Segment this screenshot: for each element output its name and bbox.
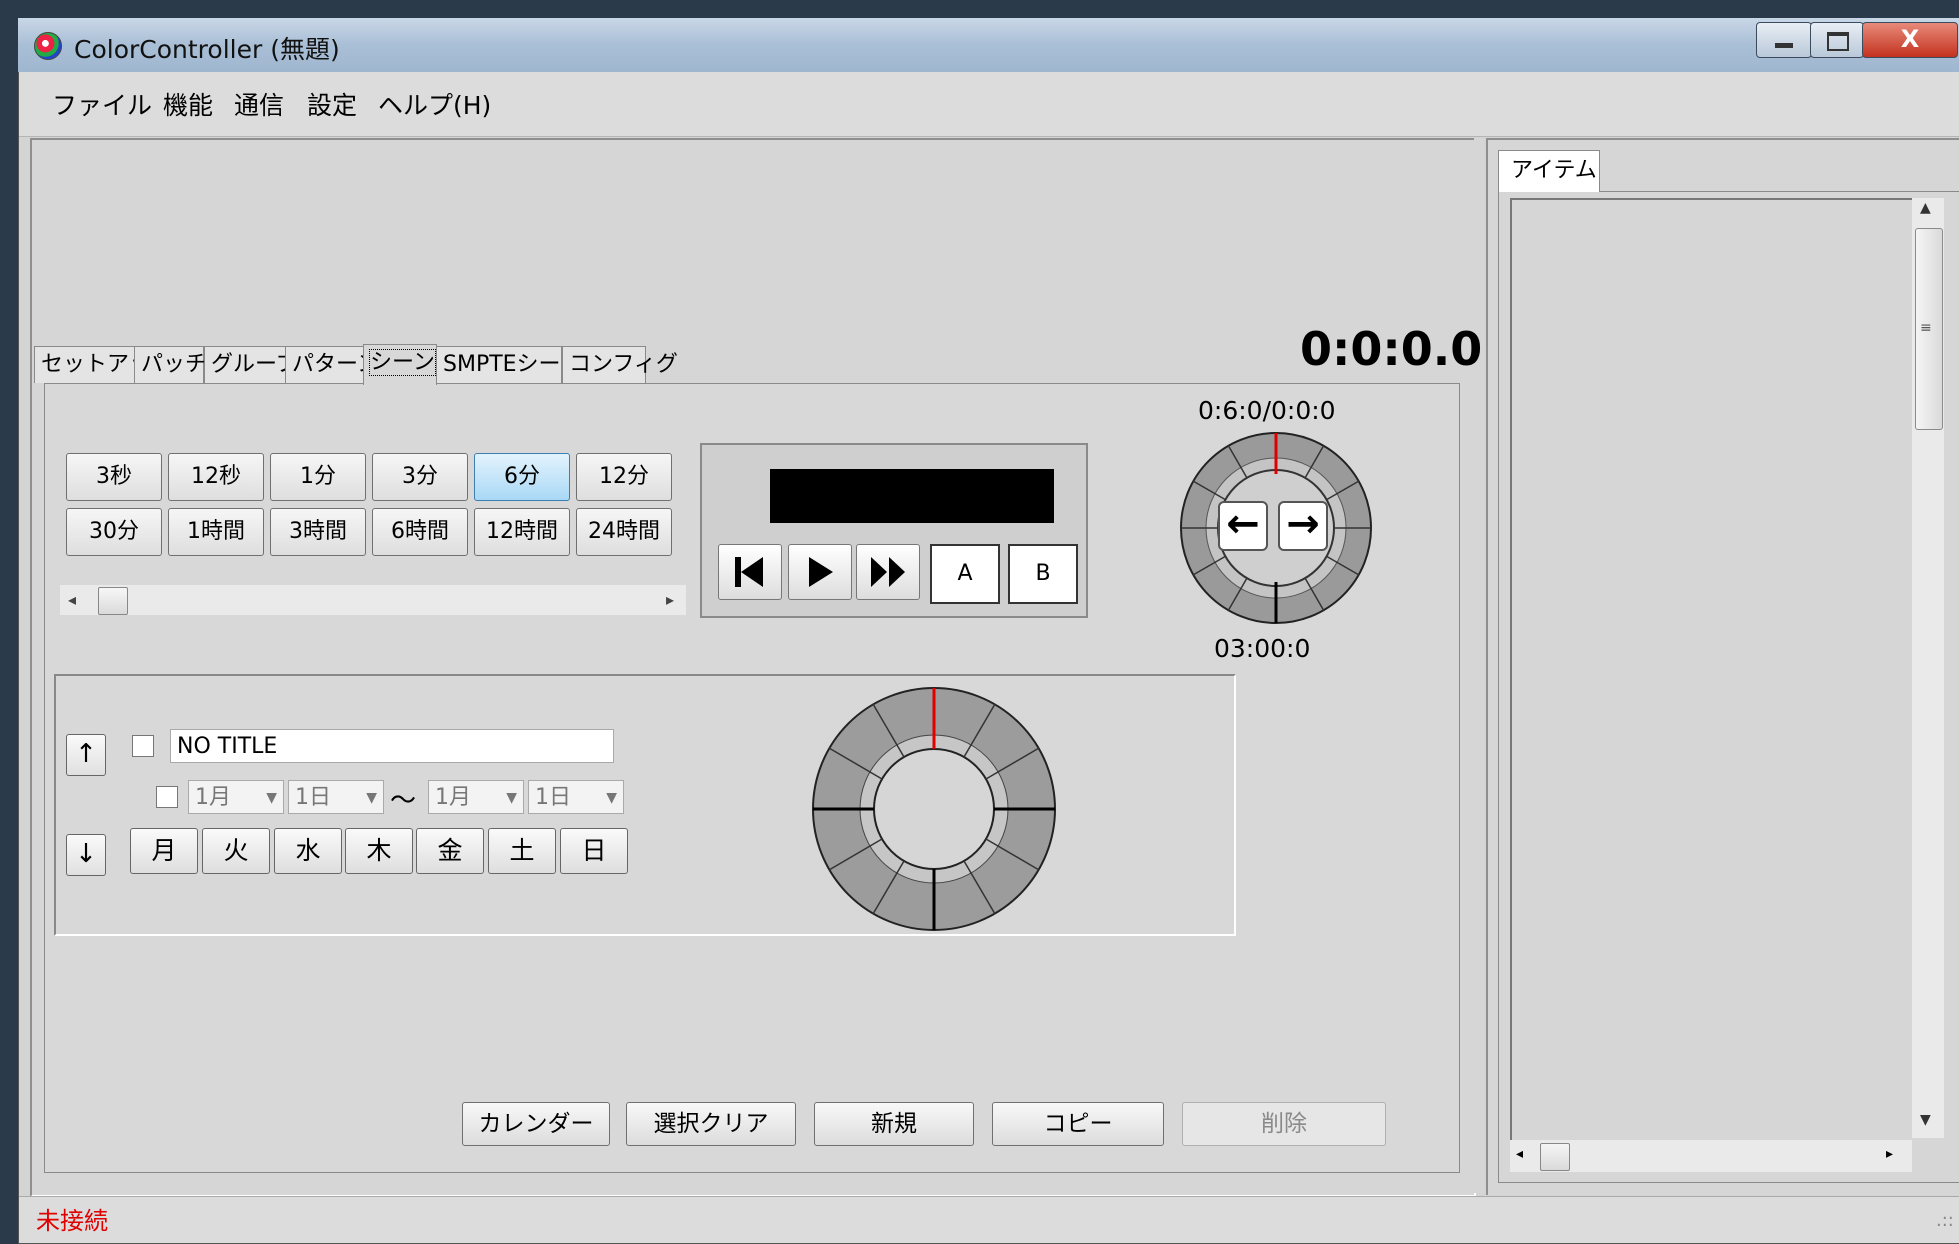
duration-button[interactable]: 12時間 — [474, 508, 570, 556]
from-day-select[interactable]: 1日 ▼ — [288, 780, 384, 814]
scroll-down-icon[interactable]: ▼ — [1920, 1112, 1931, 1128]
date-range-separator: ～ — [390, 786, 417, 816]
weekday-sun-button[interactable]: 日 — [560, 828, 628, 874]
to-day-select[interactable]: 1日 ▼ — [528, 780, 624, 814]
duration-button[interactable]: 30分 — [66, 508, 162, 556]
scroll-left-icon[interactable]: ◂ — [68, 590, 76, 609]
minimize-icon — [1775, 43, 1793, 48]
b-button[interactable]: B — [1008, 544, 1078, 604]
previous-arrow-button[interactable]: ← — [1218, 501, 1268, 551]
to-month-select[interactable]: 1月 ▼ — [428, 780, 524, 814]
date-range-checkbox[interactable] — [156, 786, 178, 808]
scene-display — [770, 469, 1054, 523]
horizontal-scroll-thumb[interactable] — [1540, 1143, 1570, 1171]
title-checkbox[interactable] — [132, 735, 154, 757]
scene-duration-label: 03:00:0 — [1214, 634, 1311, 663]
minimize-button[interactable] — [1756, 22, 1812, 58]
connection-status: 未接続 — [36, 1207, 108, 1235]
scroll-grip-icon: ≡ — [1920, 320, 1932, 336]
main-time-display: 0:0:0.0 — [1300, 322, 1483, 376]
duration-button[interactable]: 3時間 — [270, 508, 366, 556]
scroll-right-icon[interactable]: ▸ — [1886, 1146, 1893, 1162]
resize-grip-icon[interactable]: .:: — [1936, 1210, 1954, 1231]
tab-pattern[interactable]: パターン — [285, 346, 379, 383]
menu-file[interactable]: ファイル — [52, 86, 152, 122]
from-month-select[interactable]: 1月 ▼ — [188, 780, 284, 814]
weekday-wed-button[interactable]: 水 — [274, 828, 342, 874]
clear-selection-button[interactable]: 選択クリア — [626, 1102, 796, 1146]
play-button[interactable] — [788, 544, 852, 600]
menu-communication[interactable]: 通信 — [234, 86, 284, 122]
fast-forward-icon — [871, 557, 905, 587]
scene-position-ring — [1180, 432, 1372, 624]
status-bar — [19, 1196, 1959, 1243]
schedule-time-ring[interactable] — [808, 684, 1060, 934]
maximize-button[interactable] — [1810, 22, 1864, 58]
tab-smpte-scene[interactable]: SMPTEシーン — [436, 346, 581, 383]
tab-patch[interactable]: パッチ — [134, 346, 207, 383]
tab-config[interactable]: コンフィグ — [562, 346, 678, 383]
tab-scene[interactable]: シーン — [363, 344, 437, 385]
scroll-left-icon[interactable]: ◂ — [1516, 1146, 1523, 1162]
duration-button[interactable]: 12分 — [576, 453, 672, 501]
close-button[interactable]: X — [1862, 22, 1958, 58]
weekday-tue-button[interactable]: 火 — [202, 828, 270, 874]
item-list[interactable] — [1510, 198, 1912, 1140]
duration-button-selected[interactable]: 6分 — [474, 453, 570, 501]
scroll-thumb[interactable] — [98, 587, 128, 615]
panel-splitter[interactable] — [1474, 138, 1484, 1193]
weekday-fri-button[interactable]: 金 — [416, 828, 484, 874]
scroll-up-icon[interactable]: ▲ — [1920, 200, 1931, 216]
move-down-button[interactable]: ↓ — [66, 834, 106, 876]
next-arrow-button[interactable]: → — [1278, 501, 1328, 551]
scroll-right-icon[interactable]: ▸ — [666, 590, 674, 609]
copy-button[interactable]: コピー — [992, 1102, 1164, 1146]
window-title: ColorController (無題) — [74, 35, 340, 64]
skip-to-start-button[interactable] — [718, 544, 782, 600]
tab-group[interactable]: グループ — [204, 346, 298, 383]
tab-items[interactable]: アイテム — [1498, 150, 1600, 192]
calendar-button[interactable]: カレンダー — [462, 1102, 610, 1146]
move-up-button[interactable]: ↑ — [66, 734, 106, 776]
duration-button[interactable]: 3分 — [372, 453, 468, 501]
duration-button[interactable]: 6時間 — [372, 508, 468, 556]
play-icon — [809, 557, 833, 587]
menu-settings[interactable]: 設定 — [307, 86, 357, 122]
menu-help[interactable]: ヘルプ(H) — [378, 86, 491, 122]
item-horizontal-scrollbar[interactable] — [1510, 1140, 1912, 1172]
skip-start-icon — [735, 557, 763, 587]
duration-button[interactable]: 3秒 — [66, 453, 162, 501]
new-button[interactable]: 新規 — [814, 1102, 974, 1146]
scene-title-field[interactable]: NO TITLE — [170, 729, 614, 763]
duration-button[interactable]: 24時間 — [576, 508, 672, 556]
app-color-wheel-icon — [34, 32, 62, 60]
scene-time-label: 0:6:0/0:0:0 — [1198, 396, 1336, 425]
weekday-mon-button[interactable]: 月 — [130, 828, 198, 874]
duration-scrollbar[interactable] — [60, 585, 686, 615]
duration-button[interactable]: 12秒 — [168, 453, 264, 501]
duration-button[interactable]: 1時間 — [168, 508, 264, 556]
weekday-sat-button[interactable]: 土 — [488, 828, 556, 874]
fast-forward-button[interactable] — [856, 544, 920, 600]
duration-button[interactable]: 1分 — [270, 453, 366, 501]
weekday-thu-button[interactable]: 木 — [345, 828, 413, 874]
maximize-icon — [1827, 32, 1849, 51]
a-button[interactable]: A — [930, 544, 1000, 604]
delete-button[interactable]: 削除 — [1182, 1102, 1386, 1146]
menu-function[interactable]: 機能 — [163, 86, 213, 122]
